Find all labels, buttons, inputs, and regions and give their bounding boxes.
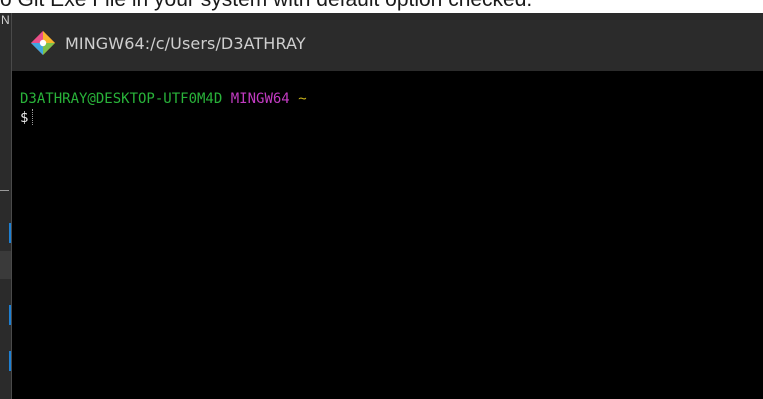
prompt-current-directory: ~ <box>298 91 307 107</box>
prompt-symbol: $ <box>20 110 29 126</box>
background-window-band <box>0 251 12 279</box>
background-window-tick <box>0 190 9 191</box>
command-input-line[interactable]: $ <box>20 109 34 128</box>
background-window-edge: N <box>0 13 12 399</box>
background-window-glyph: N <box>1 13 10 27</box>
terminal-window[interactable]: MINGW64:/c/Users/D3ATHRAY D3ATHRAY@DESKT… <box>12 13 763 399</box>
screenshot: o Git Exe File in your system with defau… <box>0 0 763 399</box>
article-caption: o Git Exe File in your system with defau… <box>0 0 763 13</box>
text-cursor <box>32 109 34 125</box>
prompt-shell-name: MINGW64 <box>230 91 290 107</box>
prompt-line: D3ATHRAY@DESKTOP-UTF0M4D MINGW64 ~ <box>20 90 307 109</box>
terminal-output[interactable]: D3ATHRAY@DESKTOP-UTF0M4D MINGW64 ~ $ <box>12 71 763 399</box>
title-bar[interactable]: MINGW64:/c/Users/D3ATHRAY <box>12 13 763 71</box>
window-title: MINGW64:/c/Users/D3ATHRAY <box>65 33 306 53</box>
prompt-user-host: D3ATHRAY@DESKTOP-UTF0M4D <box>20 91 223 107</box>
git-diamond-icon <box>31 31 55 55</box>
